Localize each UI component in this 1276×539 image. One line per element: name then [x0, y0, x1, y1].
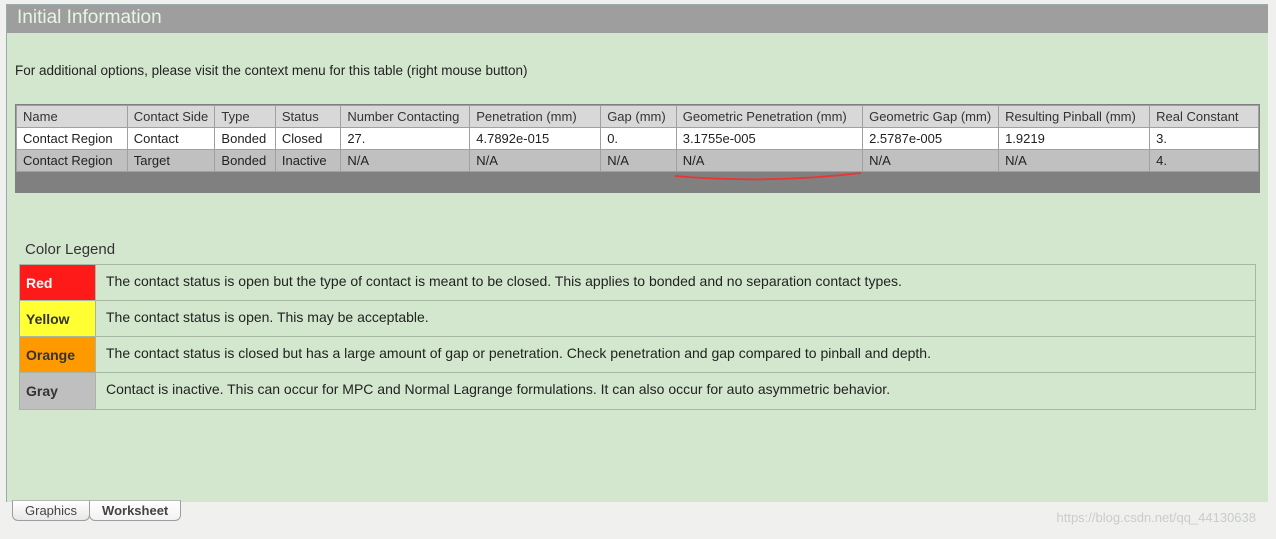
table-row[interactable]: Contact Region Contact Bonded Closed 27.…	[17, 128, 1259, 150]
cell-type[interactable]: Bonded	[215, 128, 275, 150]
cell-status[interactable]: Inactive	[275, 150, 340, 172]
cell-gap[interactable]: 0.	[601, 128, 677, 150]
legend-row-red: Red The contact status is open but the t…	[20, 265, 1255, 301]
cell-status[interactable]: Closed	[275, 128, 340, 150]
col-pen[interactable]: Penetration (mm)	[470, 106, 601, 128]
col-type[interactable]: Type	[215, 106, 275, 128]
tab-graphics[interactable]: Graphics	[12, 500, 90, 521]
context-menu-hint: For additional options, please visit the…	[7, 33, 1268, 104]
cell-side[interactable]: Contact	[127, 128, 215, 150]
cell-type[interactable]: Bonded	[215, 150, 275, 172]
cell-pen[interactable]: N/A	[470, 150, 601, 172]
cell-gpen[interactable]: N/A	[676, 150, 862, 172]
cell-gap[interactable]: N/A	[601, 150, 677, 172]
table-row[interactable]: Contact Region Target Bonded Inactive N/…	[17, 150, 1259, 172]
legend-text-yellow: The contact status is open. This may be …	[96, 301, 1255, 336]
col-numc[interactable]: Number Contacting	[341, 106, 470, 128]
color-legend: Red The contact status is open but the t…	[19, 264, 1256, 410]
cell-pin[interactable]: N/A	[999, 150, 1150, 172]
col-status[interactable]: Status	[275, 106, 340, 128]
cell-numc[interactable]: N/A	[341, 150, 470, 172]
legend-row-yellow: Yellow The contact status is open. This …	[20, 301, 1255, 337]
col-side[interactable]: Contact Side	[127, 106, 215, 128]
col-gap[interactable]: Gap (mm)	[601, 106, 677, 128]
cell-gpen[interactable]: 3.1755e-005	[676, 128, 862, 150]
col-pin[interactable]: Resulting Pinball (mm)	[999, 106, 1150, 128]
legend-row-orange: Orange The contact status is closed but …	[20, 337, 1255, 373]
cell-name[interactable]: Contact Region	[17, 128, 128, 150]
legend-row-gray: Gray Contact is inactive. This can occur…	[20, 373, 1255, 409]
table-header-row: Name Contact Side Type Status Number Con…	[17, 106, 1259, 128]
panel-header: Initial Information	[7, 5, 1268, 33]
cell-numc[interactable]: 27.	[341, 128, 470, 150]
panel-title: Initial Information	[17, 7, 162, 28]
cell-ggap[interactable]: 2.5787e-005	[863, 128, 999, 150]
legend-swatch-yellow: Yellow	[20, 301, 96, 336]
cell-pen[interactable]: 4.7892e-015	[470, 128, 601, 150]
contact-table[interactable]: Name Contact Side Type Status Number Con…	[16, 105, 1259, 172]
legend-text-orange: The contact status is closed but has a l…	[96, 337, 1255, 372]
legend-text-red: The contact status is open but the type …	[96, 265, 1255, 300]
cell-name[interactable]: Contact Region	[17, 150, 128, 172]
legend-text-gray: Contact is inactive. This can occur for …	[96, 373, 1255, 409]
legend-title: Color Legend	[25, 241, 1256, 258]
legend-swatch-orange: Orange	[20, 337, 96, 372]
col-real[interactable]: Real Constant	[1150, 106, 1259, 128]
contact-table-container: Name Contact Side Type Status Number Con…	[15, 104, 1260, 193]
cell-real[interactable]: 3.	[1150, 128, 1259, 150]
legend-swatch-red: Red	[20, 265, 96, 300]
cell-pin[interactable]: 1.9219	[999, 128, 1150, 150]
tab-worksheet[interactable]: Worksheet	[89, 500, 181, 521]
worksheet-pane: Initial Information For additional optio…	[6, 4, 1268, 502]
col-gpen[interactable]: Geometric Penetration (mm)	[676, 106, 862, 128]
cell-side[interactable]: Target	[127, 150, 215, 172]
cell-ggap[interactable]: N/A	[863, 150, 999, 172]
col-name[interactable]: Name	[17, 106, 128, 128]
legend-swatch-gray: Gray	[20, 373, 96, 409]
watermark: https://blog.csdn.net/qq_44130638	[1057, 510, 1257, 525]
bottom-tab-strip: Graphics Worksheet	[12, 497, 180, 521]
col-ggap[interactable]: Geometric Gap (mm)	[863, 106, 999, 128]
cell-real[interactable]: 4.	[1150, 150, 1259, 172]
